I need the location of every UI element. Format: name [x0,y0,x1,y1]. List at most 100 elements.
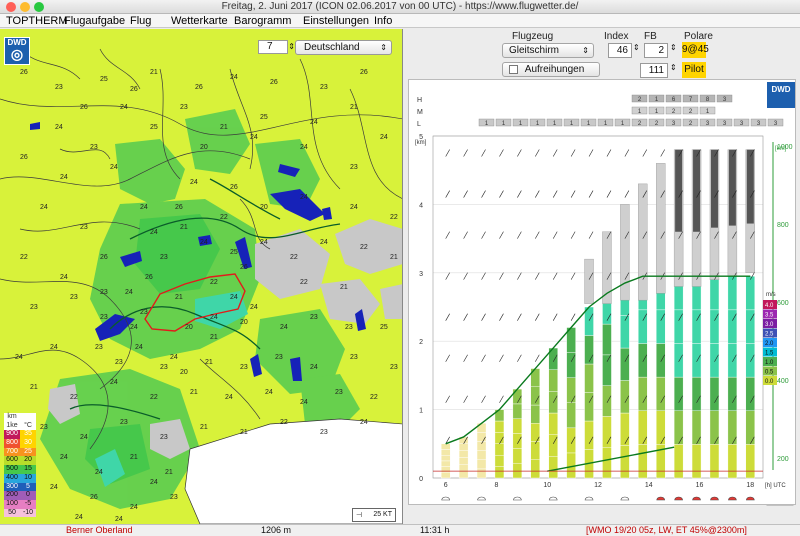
map-label: 23 [80,224,88,231]
map-label: 26 [270,79,278,86]
wind-barb [463,354,468,362]
legend-value-b: -5 [24,499,32,507]
weather-map[interactable]: 25 26 24 26 23 25 23 24 26 23 21 26 24 24 20 24 24 23 24 24… [0,29,403,524]
flugzeug-value: Gleitschirm [509,45,560,56]
x-tick: 10 [543,482,551,489]
menu-info[interactable]: Info [374,14,392,28]
polare-value: 9@45 [682,44,709,55]
y-right-tick: 800 [777,222,789,229]
weather-symbol-icon [674,496,683,501]
cloud-core [728,149,736,226]
wind-barb [445,272,450,280]
pilot-badge[interactable]: Pilot [682,62,706,78]
wind-barb [445,190,450,198]
wind-barb [535,313,540,321]
pilot-weight-input[interactable]: 111 [640,63,668,78]
map-label: 23 [140,309,148,316]
wind-barb-icon: ⊣ [356,512,363,519]
aufreihungen-checkbox[interactable] [509,64,518,74]
menu-einstellungen[interactable]: Einstellungen [303,14,369,28]
region-select[interactable]: Deutschland ⇕ [295,40,392,55]
map-label: 24 [230,74,238,81]
wind-barb [606,149,612,157]
map-label: 20 [200,144,208,151]
map-label: 22 [390,214,398,221]
weather-symbol-icon [746,496,755,501]
wind-barb [517,149,522,157]
minimize-window-button[interactable] [20,2,30,12]
map-canvas[interactable]: 25 26 24 26 23 25 23 24 26 23 21 26 24 24 20 24 24 23 24 24… [0,29,403,524]
y-right-unit: [km] [775,146,787,152]
map-label: 24 [230,294,238,301]
thermal-cell [638,376,648,411]
map-label: 22 [20,254,28,261]
legend-row: 700 25 [4,447,36,457]
flugzeug-select[interactable]: Gleitschirm ⇕ [502,43,594,58]
menu-barogramm[interactable]: Barogramm [234,14,291,28]
map-label: 24 [150,229,158,236]
map-label: 24 [60,174,68,181]
map-label: 23 [345,324,353,331]
y-left-tick: 1 [419,408,423,415]
map-label: 24 [130,324,138,331]
map-label: 24 [265,389,273,396]
map-label: 25 [260,114,268,121]
wind-barb [552,272,558,280]
aufreihungen-toggle[interactable]: Aufreihungen [502,62,600,77]
index-label: Index [604,31,629,42]
menu-topthem[interactable]: TOPTHERM [6,14,68,28]
zoom-stepper[interactable]: 7 ⇕ [258,40,295,54]
menu-flugaufgabe[interactable]: Flugaufgabe [64,14,125,28]
map-label: 21 [175,294,183,301]
fb-stepper-icon[interactable]: ⇕ [670,43,677,52]
map-label: 23 [160,254,168,261]
wind-barb [588,231,594,239]
menu-wetterkarte[interactable]: Wetterkarte [171,14,228,28]
legend-col1-header: 1ke [6,421,18,429]
thermal-cell [494,443,505,456]
forecast-chart-svg[interactable]: DWDHML2 1 6 7 8 31 1 2 2 11 1 1 1 1 1 1 1 1 2 2 3 2 3 3 3 3 301234… [409,80,797,506]
wind-barb [570,313,576,321]
cloud-column [620,204,630,301]
thermal-cell [602,416,612,448]
polare-badge[interactable]: 9@45 [682,42,709,58]
thermal-cell [691,444,702,479]
menu-flug[interactable]: Flug [130,14,151,28]
close-window-button[interactable] [6,2,16,12]
legend-value-b: 25 [24,447,32,455]
x-tick: 8 [495,482,499,489]
thermal-cell [476,441,487,451]
map-label: 23 [350,354,358,361]
pilot-stepper-icon[interactable]: ⇕ [670,63,677,72]
thermal-cell [530,459,540,479]
wind-barb [481,231,486,239]
map-label: 23 [335,389,343,396]
thermal-cell [709,376,720,411]
cloud-core [746,149,754,224]
map-label: 22 [290,254,298,261]
map-label: 25 [150,124,158,131]
stepper-arrows-icon[interactable]: ⇕ [288,41,295,53]
wind-barb [463,313,468,321]
index-input[interactable]: 46 [608,43,632,58]
menu-bar: TOPTHERM Flugaufgabe Flug Wetterkarte Ba… [0,14,800,28]
map-label: 21 [210,334,218,341]
weather-symbol-icon [620,496,630,501]
thermal-cell [638,410,648,445]
wind-barb [535,190,540,198]
map-label: 24 [50,344,58,351]
thermal-cell [709,410,720,445]
forecast-chart[interactable]: DWD H M L 2 1 6 7 8 3 1 1 2 2 1 1 1 1 1 1 1 1 1 1 2 2 3 2 3 3 3 3 3 0 1 2 3 4… [408,79,797,506]
index-stepper-icon[interactable]: ⇕ [633,43,640,52]
legend-header-row: 1ke °C [4,421,36,431]
wind-barb [588,149,594,157]
map-label: 23 [95,344,103,351]
map-label: 24 [310,364,318,371]
fb-input[interactable]: 2 [644,43,668,58]
thermal-cell [440,460,451,467]
map-label: 25 [380,324,388,331]
cloud-column [584,258,594,304]
map-label: 20 [185,324,193,331]
thermal-top-line [445,275,751,445]
zoom-window-button[interactable] [34,2,44,12]
